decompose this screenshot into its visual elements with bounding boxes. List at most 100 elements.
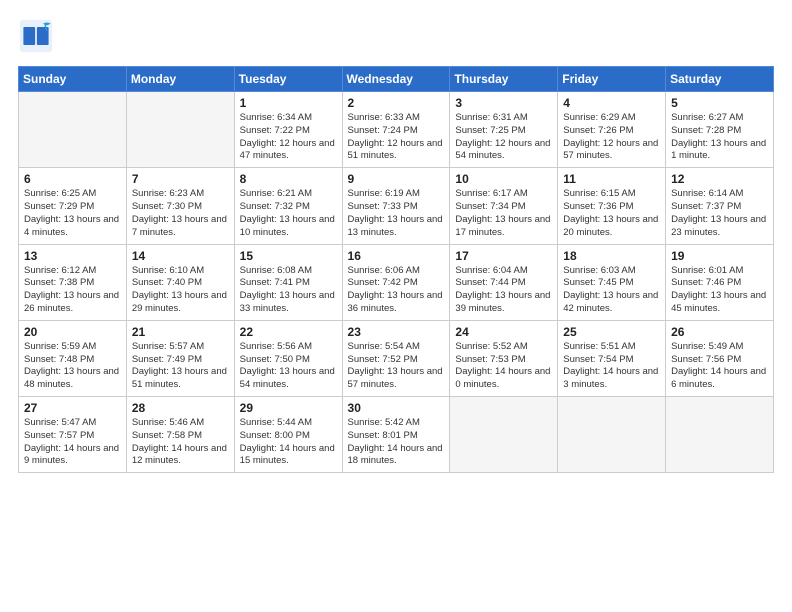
day-number: 16 [348,249,445,263]
day-cell: 24 Sunrise: 5:52 AM Sunset: 7:53 PM Dayli… [450,320,558,396]
day-cell: 25 Sunrise: 5:51 AM Sunset: 7:54 PM Dayli… [558,320,666,396]
day-number: 30 [348,401,445,415]
day-cell: 23 Sunrise: 5:54 AM Sunset: 7:52 PM Dayli… [342,320,450,396]
day-number: 6 [24,172,121,186]
day-number: 18 [563,249,660,263]
col-header-monday: Monday [126,67,234,92]
day-cell: 18 Sunrise: 6:03 AM Sunset: 7:45 PM Dayli… [558,244,666,320]
day-cell: 1 Sunrise: 6:34 AM Sunset: 7:22 PM Daylig… [234,92,342,168]
day-detail: Sunrise: 5:49 AM Sunset: 7:56 PM Dayligh… [671,341,768,392]
day-cell: 20 Sunrise: 5:59 AM Sunset: 7:48 PM Dayli… [19,320,127,396]
day-detail: Sunrise: 6:19 AM Sunset: 7:33 PM Dayligh… [348,188,445,239]
day-cell: 28 Sunrise: 5:46 AM Sunset: 7:58 PM Dayli… [126,397,234,473]
calendar-table: SundayMondayTuesdayWednesdayThursdayFrid… [18,66,774,473]
day-cell: 11Sunrise: 6:15 AM Sunset: 7:36 PM Dayli… [558,168,666,244]
day-number: 21 [132,325,229,339]
day-cell: 19 Sunrise: 6:01 AM Sunset: 7:46 PM Dayli… [666,244,774,320]
header [18,18,774,54]
day-cell [450,397,558,473]
week-row-3: 13 Sunrise: 6:12 AM Sunset: 7:38 PM Dayli… [19,244,774,320]
day-number: 20 [24,325,121,339]
day-detail: Sunrise: 5:47 AM Sunset: 7:57 PM Dayligh… [24,417,121,468]
day-detail: Sunrise: 6:04 AM Sunset: 7:44 PM Dayligh… [455,265,552,316]
day-number: 1 [240,96,337,110]
day-number: 23 [348,325,445,339]
day-detail: Sunrise: 6:27 AM Sunset: 7:28 PM Dayligh… [671,112,768,163]
day-detail: Sunrise: 6:10 AM Sunset: 7:40 PM Dayligh… [132,265,229,316]
day-cell: 22 Sunrise: 5:56 AM Sunset: 7:50 PM Dayli… [234,320,342,396]
day-cell: 2 Sunrise: 6:33 AM Sunset: 7:24 PM Daylig… [342,92,450,168]
day-detail: Sunrise: 6:12 AM Sunset: 7:38 PM Dayligh… [24,265,121,316]
day-cell [19,92,127,168]
week-row-5: 27 Sunrise: 5:47 AM Sunset: 7:57 PM Dayli… [19,397,774,473]
day-cell: 6 Sunrise: 6:25 AM Sunset: 7:29 PM Daylig… [19,168,127,244]
col-header-tuesday: Tuesday [234,67,342,92]
day-cell: 8 Sunrise: 6:21 AM Sunset: 7:32 PM Daylig… [234,168,342,244]
day-detail: Sunrise: 6:29 AM Sunset: 7:26 PM Dayligh… [563,112,660,163]
col-header-saturday: Saturday [666,67,774,92]
day-detail: Sunrise: 5:56 AM Sunset: 7:50 PM Dayligh… [240,341,337,392]
day-detail: Sunrise: 5:46 AM Sunset: 7:58 PM Dayligh… [132,417,229,468]
day-number: 15 [240,249,337,263]
day-number: 24 [455,325,552,339]
day-number: 29 [240,401,337,415]
col-header-sunday: Sunday [19,67,127,92]
day-detail: Sunrise: 5:51 AM Sunset: 7:54 PM Dayligh… [563,341,660,392]
day-cell: 27 Sunrise: 5:47 AM Sunset: 7:57 PM Dayli… [19,397,127,473]
logo [18,18,56,54]
day-detail: Sunrise: 5:44 AM Sunset: 8:00 PM Dayligh… [240,417,337,468]
day-detail: Sunrise: 6:14 AM Sunset: 7:37 PM Dayligh… [671,188,768,239]
day-detail: Sunrise: 5:54 AM Sunset: 7:52 PM Dayligh… [348,341,445,392]
day-number: 9 [348,172,445,186]
day-cell: 26Sunrise: 5:49 AM Sunset: 7:56 PM Dayli… [666,320,774,396]
day-cell [126,92,234,168]
day-cell: 7Sunrise: 6:23 AM Sunset: 7:30 PM Daylig… [126,168,234,244]
day-detail: Sunrise: 6:06 AM Sunset: 7:42 PM Dayligh… [348,265,445,316]
day-detail: Sunrise: 5:42 AM Sunset: 8:01 PM Dayligh… [348,417,445,468]
day-number: 3 [455,96,552,110]
day-cell: 12 Sunrise: 6:14 AM Sunset: 7:37 PM Dayli… [666,168,774,244]
day-cell: 29 Sunrise: 5:44 AM Sunset: 8:00 PM Dayli… [234,397,342,473]
day-cell: 17 Sunrise: 6:04 AM Sunset: 7:44 PM Dayli… [450,244,558,320]
day-cell: 21 Sunrise: 5:57 AM Sunset: 7:49 PM Dayli… [126,320,234,396]
day-detail: Sunrise: 6:17 AM Sunset: 7:34 PM Dayligh… [455,188,552,239]
day-number: 19 [671,249,768,263]
day-detail: Sunrise: 6:25 AM Sunset: 7:29 PM Dayligh… [24,188,121,239]
day-cell: 13 Sunrise: 6:12 AM Sunset: 7:38 PM Dayli… [19,244,127,320]
day-number: 13 [24,249,121,263]
day-number: 22 [240,325,337,339]
day-detail: Sunrise: 5:59 AM Sunset: 7:48 PM Dayligh… [24,341,121,392]
day-number: 8 [240,172,337,186]
day-number: 25 [563,325,660,339]
day-number: 10 [455,172,552,186]
day-number: 2 [348,96,445,110]
day-detail: Sunrise: 6:21 AM Sunset: 7:32 PM Dayligh… [240,188,337,239]
day-detail: Sunrise: 6:08 AM Sunset: 7:41 PM Dayligh… [240,265,337,316]
day-detail: Sunrise: 5:52 AM Sunset: 7:53 PM Dayligh… [455,341,552,392]
day-detail: Sunrise: 6:01 AM Sunset: 7:46 PM Dayligh… [671,265,768,316]
day-cell: 4Sunrise: 6:29 AM Sunset: 7:26 PM Daylig… [558,92,666,168]
day-cell: 3Sunrise: 6:31 AM Sunset: 7:25 PM Daylig… [450,92,558,168]
day-detail: Sunrise: 6:03 AM Sunset: 7:45 PM Dayligh… [563,265,660,316]
day-cell: 9 Sunrise: 6:19 AM Sunset: 7:33 PM Daylig… [342,168,450,244]
day-cell [666,397,774,473]
day-cell: 15 Sunrise: 6:08 AM Sunset: 7:41 PM Dayli… [234,244,342,320]
day-detail: Sunrise: 6:33 AM Sunset: 7:24 PM Dayligh… [348,112,445,163]
day-number: 5 [671,96,768,110]
day-cell: 16 Sunrise: 6:06 AM Sunset: 7:42 PM Dayli… [342,244,450,320]
day-number: 12 [671,172,768,186]
day-detail: Sunrise: 6:23 AM Sunset: 7:30 PM Dayligh… [132,188,229,239]
day-number: 11 [563,172,660,186]
day-cell: 30 Sunrise: 5:42 AM Sunset: 8:01 PM Dayli… [342,397,450,473]
day-cell [558,397,666,473]
day-detail: Sunrise: 6:34 AM Sunset: 7:22 PM Dayligh… [240,112,337,163]
day-number: 17 [455,249,552,263]
day-cell: 10 Sunrise: 6:17 AM Sunset: 7:34 PM Dayli… [450,168,558,244]
col-header-wednesday: Wednesday [342,67,450,92]
day-number: 14 [132,249,229,263]
day-cell: 5 Sunrise: 6:27 AM Sunset: 7:28 PM Daylig… [666,92,774,168]
day-number: 28 [132,401,229,415]
week-row-2: 6 Sunrise: 6:25 AM Sunset: 7:29 PM Daylig… [19,168,774,244]
day-detail: Sunrise: 5:57 AM Sunset: 7:49 PM Dayligh… [132,341,229,392]
day-number: 27 [24,401,121,415]
